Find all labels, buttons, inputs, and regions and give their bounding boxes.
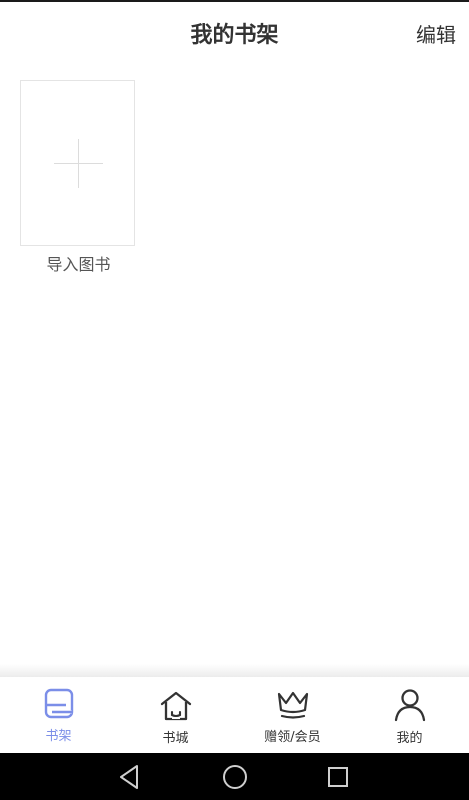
user-icon <box>394 689 425 722</box>
back-triangle-icon[interactable] <box>117 763 143 791</box>
import-book-label[interactable]: 导入图书 <box>20 251 137 275</box>
tab-membership-label: 赠领/会员 <box>264 730 321 745</box>
plus-icon-horizontal <box>54 163 103 164</box>
edit-button[interactable]: 编辑 <box>416 19 456 48</box>
app-header: 我的书架 编辑 <box>0 2 469 64</box>
tab-bookstore[interactable]: 书城 <box>117 677 234 753</box>
home-circle-icon[interactable] <box>221 763 249 791</box>
bookstore-home-icon <box>160 691 191 721</box>
tab-mine-label: 我的 <box>396 731 423 746</box>
crown-icon <box>277 691 308 719</box>
tab-mine[interactable]: 我的 <box>351 677 468 753</box>
page-title: 我的书架 <box>190 23 279 48</box>
import-book-card[interactable] <box>20 80 135 246</box>
tabbar-divider <box>0 664 469 677</box>
bookshelf-icon <box>44 688 73 719</box>
tab-bookshelf-label: 书架 <box>45 729 72 744</box>
tab-bookstore-label: 书城 <box>162 731 189 746</box>
system-navigation-bar <box>0 753 469 800</box>
recents-square-icon[interactable] <box>325 763 351 791</box>
tab-membership[interactable]: 赠领/会员 <box>234 677 351 753</box>
bottom-tab-bar: 书架 书城 赠领/会员 我的 <box>0 677 469 753</box>
tab-bookshelf[interactable]: 书架 <box>0 677 117 753</box>
